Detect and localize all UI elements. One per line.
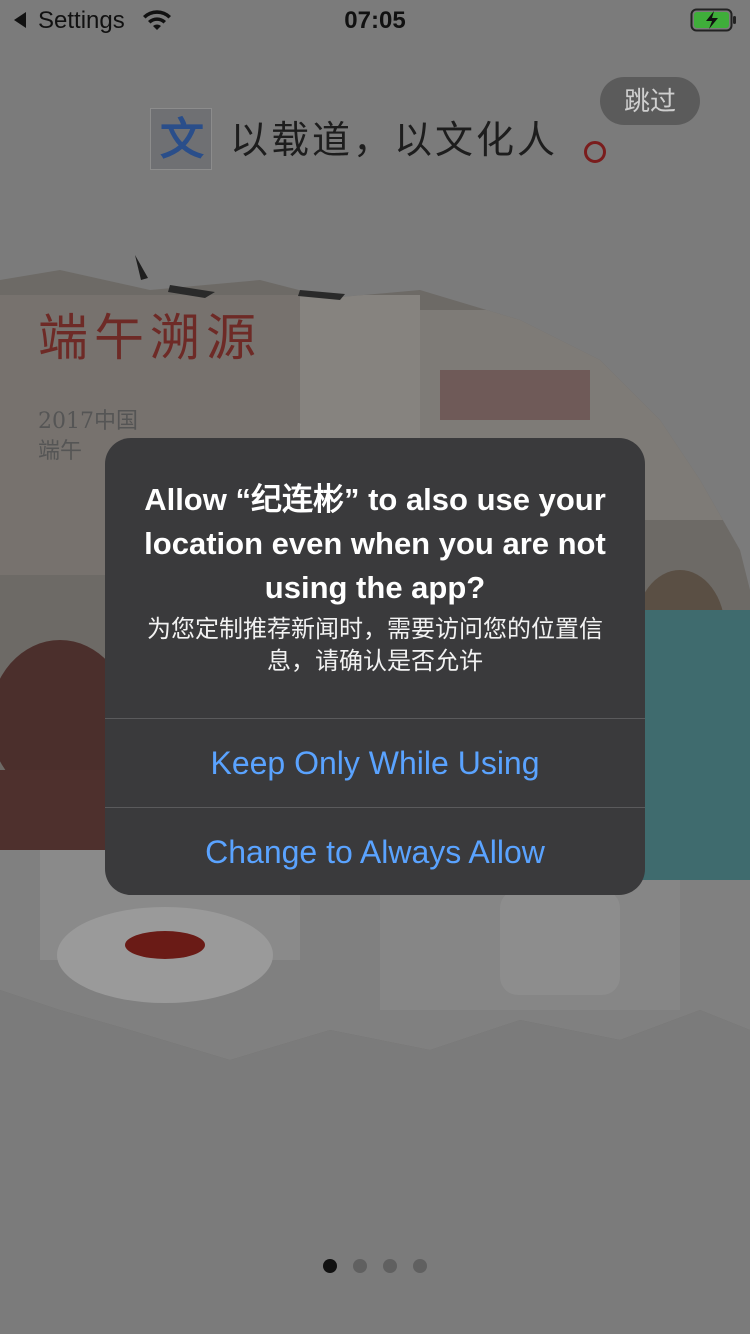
change-to-always-allow-button[interactable]: Change to Always Allow	[105, 808, 645, 895]
status-clock: 07:05	[344, 7, 406, 34]
keep-only-while-using-button[interactable]: Keep Only While Using	[105, 719, 645, 807]
photo-caption-sub1: 2017中国	[38, 409, 138, 434]
slogan-text: 以载道，以文化人	[230, 118, 559, 162]
battery-charging-icon	[690, 8, 736, 32]
page-dot-4[interactable]	[413, 1259, 427, 1273]
splash-screen: Settings 07:05 跳过 文 以载道，以文化人 端午溯源 2017中国…	[0, 0, 750, 1334]
photo-caption-title: 端午溯源	[38, 309, 262, 367]
location-permission-alert: Allow “纪连彬” to also use your location ev…	[105, 438, 645, 895]
slogan-end-mark	[584, 141, 606, 163]
page-dot-1[interactable]	[323, 1259, 337, 1273]
alert-title: Allow “纪连彬” to also use your location ev…	[144, 482, 606, 605]
photo-caption-sub2: 端午	[38, 439, 82, 464]
app-logo: 文	[150, 108, 212, 170]
status-bar: Settings 07:05	[0, 0, 750, 40]
alert-message: 为您定制推荐新闻时，需要访问您的位置信息，请确认是否允许	[147, 616, 603, 675]
alert-body: Allow “纪连彬” to also use your location ev…	[105, 438, 645, 718]
page-dot-3[interactable]	[383, 1259, 397, 1273]
page-dot-2[interactable]	[353, 1259, 367, 1273]
logo-character: 文	[160, 114, 204, 165]
page-indicator[interactable]	[0, 1259, 750, 1275]
skip-button[interactable]: 跳过	[600, 77, 700, 125]
